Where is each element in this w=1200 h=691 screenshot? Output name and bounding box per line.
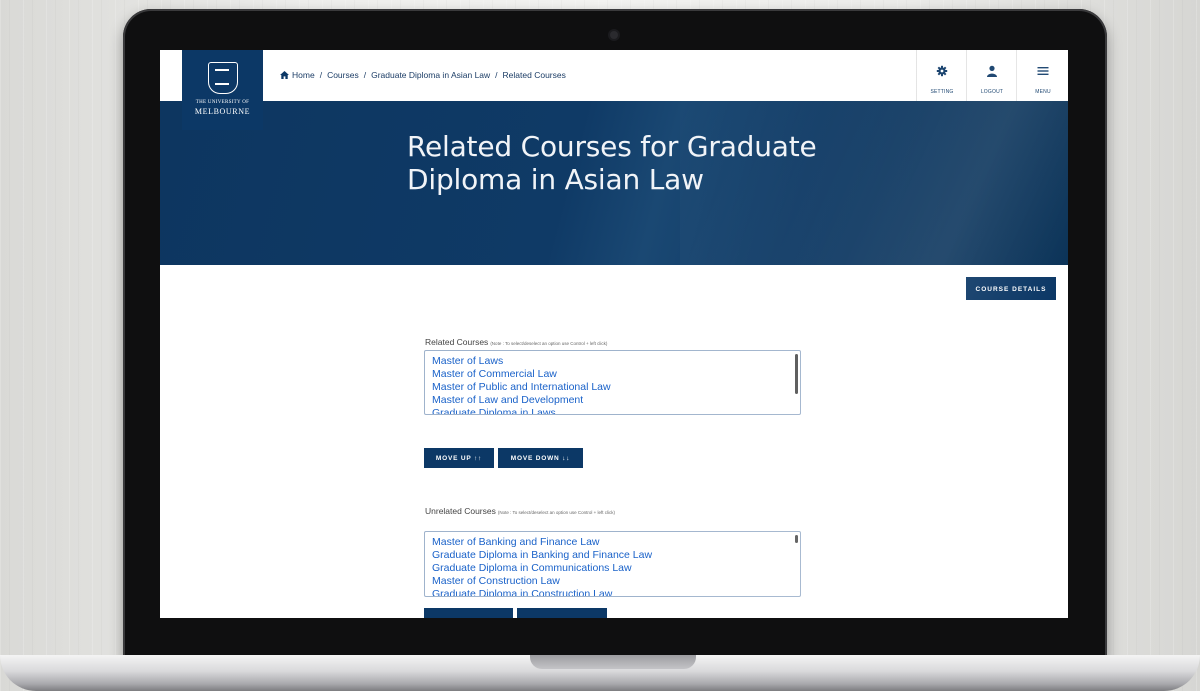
- breadcrumb-separator: /: [319, 70, 323, 80]
- page-title: Related Courses for Graduate Diploma in …: [407, 130, 817, 196]
- breadcrumb-current: Related Courses: [502, 70, 566, 80]
- breadcrumb: Home / Courses / Graduate Diploma in Asian L…: [280, 70, 566, 80]
- list-item[interactable]: Master of Law and Development: [425, 394, 800, 407]
- related-courses-label: Related Courses (Note : To select/deselec…: [425, 337, 607, 347]
- top-navbar: Home / Courses / Graduate Diploma in Asian L…: [160, 50, 1068, 101]
- remove-course-button[interactable]: [517, 608, 607, 618]
- move-up-button[interactable]: MOVE UP ↑↑: [424, 448, 494, 468]
- laptop-base-notch: [530, 655, 696, 669]
- user-icon: [987, 65, 997, 77]
- listbox-scrollbar[interactable]: [795, 354, 798, 394]
- list-item[interactable]: Master of Construction Law: [425, 575, 800, 588]
- university-logo[interactable]: THE UNIVERSITY OF MELBOURNE: [182, 50, 263, 130]
- logo-text-line1: THE UNIVERSITY OF: [195, 100, 250, 105]
- listbox-scrollbar[interactable]: [795, 535, 798, 543]
- menu-label: MENU: [1035, 89, 1051, 95]
- unrelated-courses-note: (Note : To select/deselect an option use…: [497, 510, 615, 515]
- logo-text-line2: MELBOURNE: [194, 107, 251, 116]
- logout-button[interactable]: LOGOUT: [966, 50, 1017, 101]
- setting-button[interactable]: SETTING: [916, 50, 967, 101]
- list-item[interactable]: Graduate Diploma in Banking and Finance …: [425, 549, 800, 562]
- list-item[interactable]: Graduate Diploma in Communications Law: [425, 562, 800, 575]
- course-details-button[interactable]: COURSE DETAILS: [966, 277, 1056, 300]
- unrelated-courses-listbox[interactable]: Master of Banking and Finance Law Gradua…: [424, 531, 801, 597]
- unrelated-courses-label-text: Unrelated Courses: [425, 506, 496, 516]
- list-item[interactable]: Master of Laws: [425, 355, 800, 368]
- browser-screen: Home / Courses / Graduate Diploma in Asian L…: [160, 50, 1068, 618]
- list-item[interactable]: Graduate Diploma in Laws: [425, 407, 800, 414]
- menu-button[interactable]: MENU: [1016, 50, 1068, 101]
- home-icon[interactable]: [280, 71, 289, 79]
- list-item[interactable]: Graduate Diploma in Construction Law: [425, 588, 800, 596]
- move-down-button[interactable]: MOVE DOWN ↓↓: [498, 448, 583, 468]
- breadcrumb-course[interactable]: Graduate Diploma in Asian Law: [371, 70, 490, 80]
- list-item[interactable]: Master of Commercial Law: [425, 368, 800, 381]
- list-item[interactable]: Master of Public and International Law: [425, 381, 800, 394]
- gear-icon: [936, 65, 948, 77]
- university-crest-icon: [208, 62, 238, 94]
- breadcrumb-separator: /: [363, 70, 367, 80]
- webcam: [610, 31, 618, 39]
- related-courses-note: (Note : To select/deselect an option use…: [490, 341, 608, 346]
- list-item[interactable]: Master of Banking and Finance Law: [425, 536, 800, 549]
- setting-label: SETTING: [930, 89, 954, 95]
- breadcrumb-home[interactable]: Home: [292, 70, 315, 80]
- related-courses-listbox[interactable]: Master of Laws Master of Commercial Law …: [424, 350, 801, 415]
- breadcrumb-separator: /: [495, 70, 498, 80]
- logout-label: LOGOUT: [980, 89, 1004, 95]
- add-course-button[interactable]: [424, 608, 513, 618]
- breadcrumb-courses[interactable]: Courses: [327, 70, 359, 80]
- unrelated-courses-label: Unrelated Courses (Note : To select/desel…: [425, 505, 670, 519]
- hamburger-icon: [1037, 67, 1049, 75]
- hero-banner: Related Courses for Graduate Diploma in …: [160, 101, 1068, 265]
- related-courses-label-text: Related Courses: [425, 337, 489, 347]
